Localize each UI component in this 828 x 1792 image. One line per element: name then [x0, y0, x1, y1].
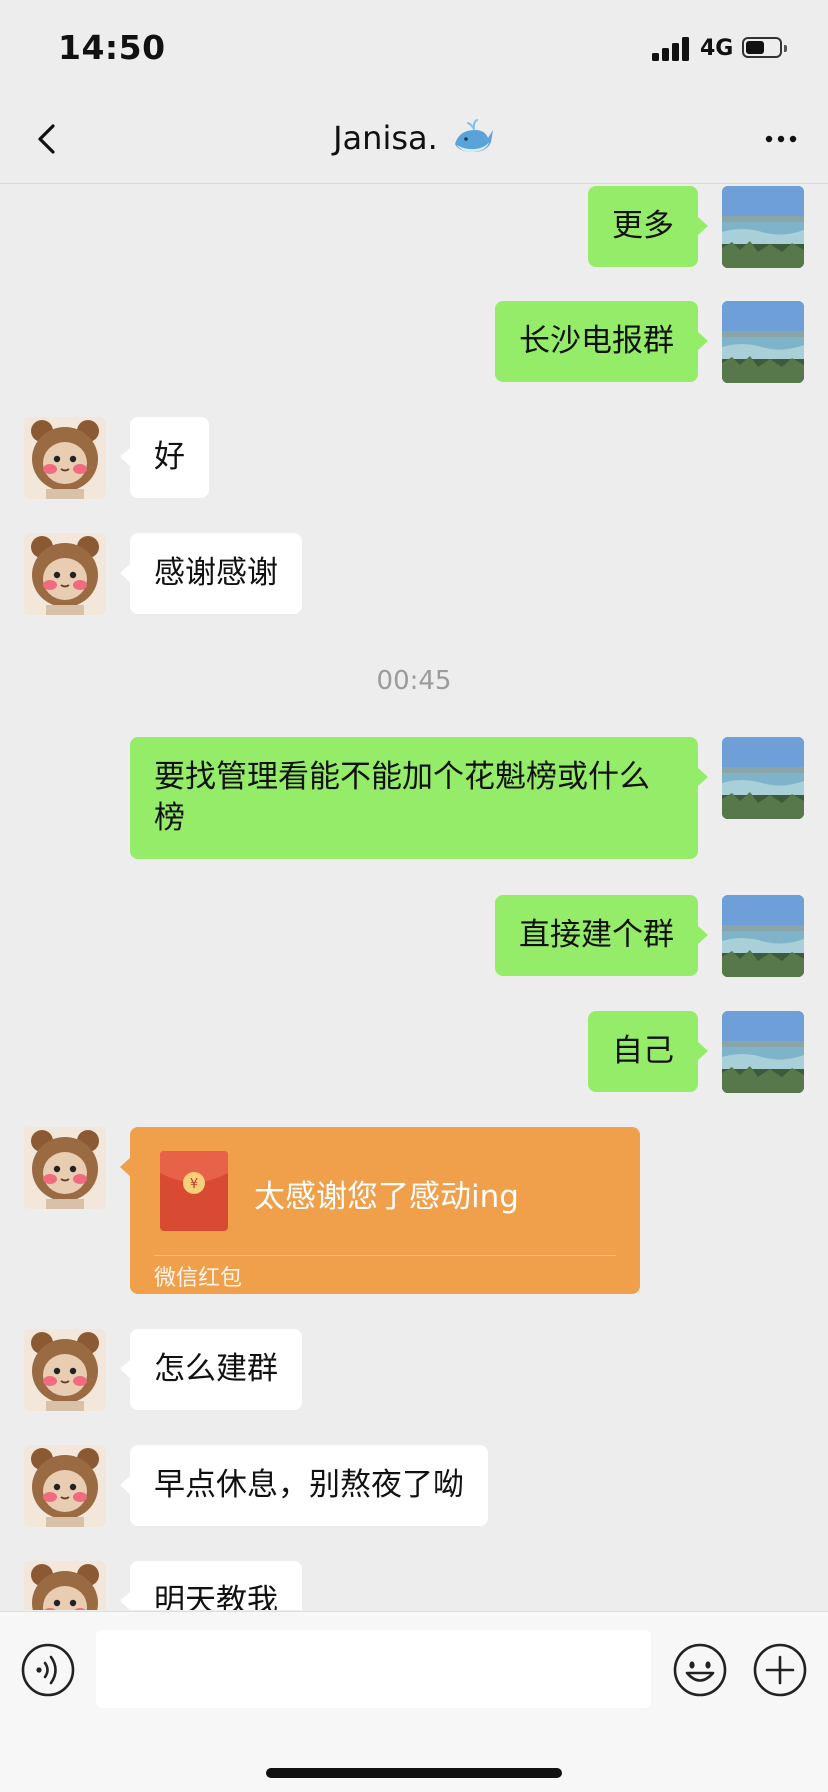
svg-text:¥: ¥	[190, 1177, 198, 1192]
network-type: 4G	[700, 36, 734, 61]
outgoing-bubble[interactable]: 更多	[588, 186, 708, 267]
chat-title-wrap: Janisa.	[0, 118, 828, 158]
message-list[interactable]: 更多 长沙电报群 好 感谢感谢 00:45 要找管理看能不能加个花魁榜或什么榜 …	[0, 184, 828, 1610]
emoji-icon[interactable]	[672, 1642, 728, 1698]
red-packet-divider	[154, 1255, 616, 1256]
home-indicator	[266, 1768, 562, 1778]
status-bar: 14:50 4G	[0, 0, 828, 96]
incoming-bubble[interactable]: 感谢感谢	[120, 533, 302, 614]
incoming-bubble[interactable]: 怎么建群	[120, 1329, 302, 1410]
my-avatar[interactable]	[722, 186, 804, 268]
more-dots-icon[interactable]	[756, 114, 806, 164]
message-time-label: 00:45	[376, 666, 452, 696]
my-avatar[interactable]	[722, 1011, 804, 1093]
outgoing-bubble[interactable]: 自己	[588, 1011, 708, 1092]
outgoing-bubble[interactable]: 长沙电报群	[495, 301, 708, 382]
my-avatar[interactable]	[722, 737, 804, 819]
my-avatar[interactable]	[722, 895, 804, 977]
red-packet-card[interactable]: ¥ 太感谢您了感动ing 微信红包	[120, 1127, 640, 1294]
red-packet-label: 微信红包	[154, 1266, 243, 1291]
my-avatar[interactable]	[722, 301, 804, 383]
incoming-bubble[interactable]: 好	[120, 417, 209, 498]
status-time: 14:50	[58, 28, 166, 67]
battery-level	[746, 41, 764, 54]
red-packet-message: 太感谢您了感动ing	[254, 1179, 519, 1215]
contact-avatar[interactable]	[24, 1561, 106, 1610]
whale-icon	[454, 119, 493, 152]
signal-strength-icon	[652, 37, 692, 61]
chat-screen: 14:50 4G Janisa. 更多 长沙电报群 好 感谢感谢 00:45 要…	[0, 0, 828, 1792]
contact-avatar[interactable]	[24, 417, 106, 499]
contact-avatar[interactable]	[24, 1127, 106, 1209]
message-input[interactable]	[96, 1630, 651, 1708]
contact-avatar[interactable]	[24, 1329, 106, 1411]
contact-avatar[interactable]	[24, 1445, 106, 1527]
chat-title: Janisa.	[333, 119, 438, 157]
incoming-bubble[interactable]: 明天教我	[120, 1561, 302, 1610]
nav-bar: Janisa.	[0, 96, 828, 184]
incoming-bubble[interactable]: 早点休息，别熬夜了呦	[120, 1445, 488, 1526]
battery-icon	[742, 37, 787, 58]
plus-icon[interactable]	[752, 1642, 808, 1698]
voice-icon[interactable]	[20, 1642, 76, 1698]
red-envelope-icon: ¥	[160, 1151, 228, 1231]
contact-avatar[interactable]	[24, 533, 106, 615]
input-bar	[0, 1611, 828, 1792]
outgoing-bubble[interactable]: 直接建个群	[495, 895, 708, 976]
outgoing-bubble[interactable]: 要找管理看能不能加个花魁榜或什么榜	[130, 737, 708, 859]
